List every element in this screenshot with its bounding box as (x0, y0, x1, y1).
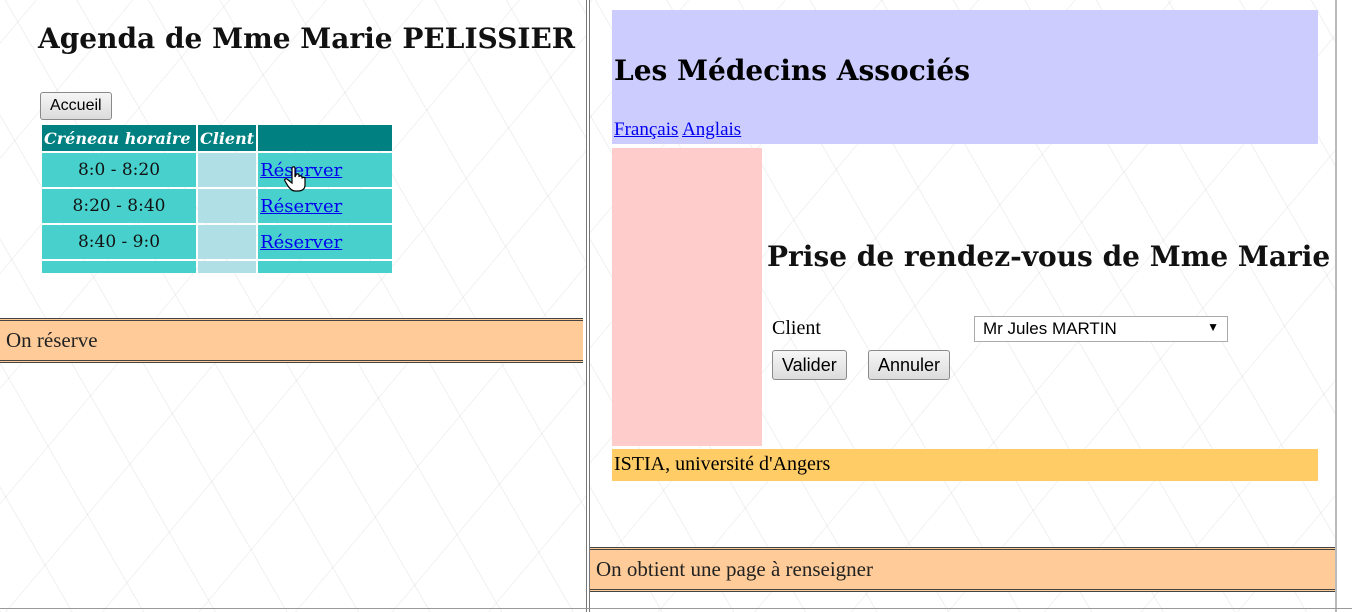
agenda-header-row: Créneau horaire Client (42, 125, 393, 151)
client-cell (198, 189, 257, 223)
left-screenshot-panel: Agenda de Mme Marie PELISSIER Accueil Cr… (0, 0, 586, 612)
column-header-action (258, 125, 393, 151)
timeslot-cell (42, 261, 196, 273)
agenda-table: Créneau horaire Client 8:0 - 8:20 Réserv… (40, 123, 394, 273)
table-row: 8:20 - 8:40 Réserver (42, 189, 393, 223)
validate-button[interactable]: Valider (772, 350, 847, 380)
agenda-table-wrapper: Créneau horaire Client 8:0 - 8:20 Réserv… (40, 123, 400, 273)
reserve-link[interactable]: Réserver (260, 232, 342, 253)
table-row: 8:40 - 9:0 Réserver (42, 225, 393, 259)
left-caption: On réserve (0, 318, 583, 363)
hand-cursor-icon (284, 166, 306, 192)
action-cell (258, 261, 393, 273)
side-column (612, 148, 762, 446)
table-row: 8:0 - 8:20 Réserver (42, 153, 393, 187)
home-button[interactable]: Accueil (40, 92, 112, 120)
timeslot-cell: 8:40 - 9:0 (42, 225, 196, 259)
column-header-timeslot: Créneau horaire (42, 125, 196, 151)
site-header: Les Médecins Associés Français Anglais (612, 10, 1318, 144)
dropdown-arrow-icon: ▼ (1207, 320, 1219, 334)
cancel-button[interactable]: Annuler (868, 350, 951, 380)
action-cell: Réserver (258, 225, 393, 259)
action-cell: Réserver (258, 189, 393, 223)
column-header-client: Client (198, 125, 257, 151)
client-label: Client (772, 317, 821, 339)
right-screenshot-panel: Les Médecins Associés Français Anglais P… (590, 0, 1335, 612)
language-link-french[interactable]: Français (614, 119, 678, 140)
table-row (42, 261, 393, 273)
action-cell: Réserver (258, 153, 393, 187)
language-link-english[interactable]: Anglais (682, 119, 741, 140)
site-footer: ISTIA, université d'Angers (612, 449, 1318, 481)
site-title: Les Médecins Associés (614, 54, 970, 87)
bottom-border-line (0, 608, 1352, 609)
timeslot-cell: 8:20 - 8:40 (42, 189, 196, 223)
agenda-title: Agenda de Mme Marie PELISSIER (38, 22, 576, 55)
right-edge-divider (1335, 0, 1337, 612)
right-caption: On obtient une page à renseigner (590, 547, 1335, 592)
timeslot-cell: 8:0 - 8:20 (42, 153, 196, 187)
client-cell (198, 153, 257, 187)
client-select[interactable]: Mr Jules MARTIN ▼ (974, 316, 1228, 342)
language-links: Français Anglais (614, 119, 741, 141)
client-select-value: Mr Jules MARTIN (983, 319, 1117, 338)
reserve-link[interactable]: Réserver (260, 196, 342, 217)
client-cell (198, 261, 257, 273)
client-cell (198, 225, 257, 259)
appointment-form-title: Prise de rendez-vous de Mme Marie (767, 240, 1331, 273)
